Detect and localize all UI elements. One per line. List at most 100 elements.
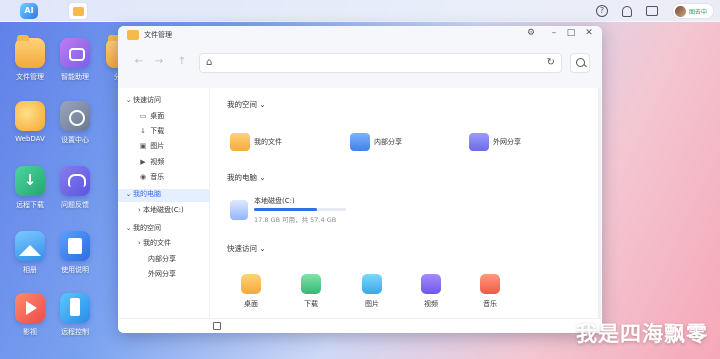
quick-desktop[interactable]: 桌面 — [229, 274, 273, 309]
sidebar: ⌄ 快速访问 ▭ 桌面 ↓ 下载 ▣ 图片 ▶ 视频 ◉ 音乐 ⌄ 我的电脑 › 本… — [118, 88, 210, 333]
user-status: 图去中 — [688, 8, 707, 16]
sidebar-item-label: 桌面 — [150, 112, 165, 120]
quick-label: 图片 — [365, 300, 379, 308]
desktop-icon-remote-control[interactable]: 远程控制 — [50, 293, 100, 337]
tile-wan-share[interactable]: 外网分享 — [469, 130, 549, 154]
taskbar-file-manager-app[interactable] — [68, 2, 88, 20]
minimize-icon[interactable]: – — [547, 28, 561, 38]
desktop-icon-feedback[interactable]: 问题反馈 — [50, 166, 100, 210]
video-icon: ▶ — [140, 158, 146, 166]
search-button[interactable] — [570, 53, 590, 73]
desktop-icon-remote-download[interactable]: 远程下载 — [5, 166, 55, 210]
app-logo-icon[interactable]: AI — [20, 3, 38, 19]
desktop-icon-label: 问题反馈 — [61, 201, 89, 209]
desktop-icon-label: 文件管理 — [16, 73, 44, 81]
sidebar-item-label: 音乐 — [150, 173, 165, 181]
desktop-icon-label: 使用说明 — [61, 266, 89, 274]
close-icon[interactable]: ✕ — [582, 28, 596, 38]
section-title-my-computer[interactable]: 我的电脑 ⌄ — [227, 172, 266, 183]
window-titlebar[interactable]: 文件管理 ⚙ – □ ✕ — [118, 26, 602, 44]
chevron-down-icon: ⌄ — [125, 96, 132, 104]
main-content: 我的空间 ⌄ 我的文件 内部分享 外网分享 我的电脑 ⌄ 本地磁盘(C:) 17… — [212, 88, 602, 318]
sidebar-item-label: 外网分享 — [148, 270, 176, 278]
up-button[interactable]: ↑ — [174, 54, 190, 70]
sidebar-item-label: 我的空间 — [133, 224, 161, 232]
taskbar-right: ? 图去中 — [595, 3, 714, 19]
desktop-icon-label: WebDAV — [15, 135, 45, 143]
image-icon — [362, 274, 382, 294]
sidebar-item-quick-access[interactable]: ⌄ 快速访问 — [124, 95, 216, 108]
desktop-icon-album[interactable]: 相册 — [5, 231, 55, 275]
download-icon — [301, 274, 321, 294]
monitor-icon: ▭ — [139, 112, 147, 120]
desktop-icon-settings[interactable]: 设置中心 — [50, 101, 100, 145]
sidebar-item-label: 快速访问 — [133, 96, 161, 104]
webdav-icon — [15, 101, 45, 131]
quick-music[interactable]: 音乐 — [468, 274, 512, 309]
taskbar: AI ? 图去中 — [0, 0, 720, 22]
maximize-icon[interactable]: □ — [564, 28, 578, 38]
folder-icon — [127, 30, 139, 40]
sidebar-item-label: 我的文件 — [143, 239, 172, 247]
section-title-quick-access[interactable]: 快速访问 ⌄ — [227, 243, 266, 254]
disk-info: 17.8 GB 可用，共 57.4 GB — [254, 216, 337, 224]
document-icon — [60, 231, 90, 261]
tile-label: 我的文件 — [254, 138, 282, 146]
back-button[interactable]: ← — [131, 54, 147, 70]
desktop-icon-manual[interactable]: 使用说明 — [50, 231, 100, 275]
refresh-icon[interactable]: ↻ — [547, 57, 555, 68]
file-manager-window: 文件管理 ⚙ – □ ✕ ← → ↑ ⌂ ↻ ⌄ 快速访问 ▭ 桌面 ↓ 下载 ▣… — [118, 26, 602, 333]
folder-icon — [241, 274, 261, 294]
users-icon — [350, 133, 370, 151]
sidebar-item-my-space[interactable]: ⌄ 我的空间 — [124, 223, 216, 236]
chevron-down-icon: ⌄ — [125, 224, 132, 232]
settings-icon[interactable]: ⚙ — [524, 28, 538, 38]
sidebar-item-label: 内部分享 — [148, 255, 176, 263]
scrollbar[interactable] — [598, 88, 601, 318]
sidebar-item-label: 图片 — [150, 142, 165, 150]
avatar — [674, 5, 686, 17]
tile-lan-share[interactable]: 内部分享 — [350, 130, 430, 154]
disk-name: 本地磁盘(C:) — [254, 197, 295, 205]
quick-videos[interactable]: 视频 — [409, 274, 453, 309]
tile-label: 外网分享 — [493, 138, 521, 146]
gear-icon — [60, 101, 90, 131]
quick-label: 音乐 — [483, 300, 497, 308]
view-toggle-icon[interactable] — [213, 322, 221, 330]
folder-icon — [15, 35, 45, 68]
desktop-icon-file-manager[interactable]: 文件管理 — [5, 35, 55, 82]
section-title-my-space[interactable]: 我的空间 ⌄ — [227, 99, 266, 110]
chevron-down-icon: ⌄ — [125, 190, 132, 198]
sidebar-item-label: 我的电脑 — [133, 190, 161, 198]
sidebar-item-label: 视频 — [150, 158, 165, 166]
quick-pictures[interactable]: 图片 — [350, 274, 394, 309]
quick-downloads[interactable]: 下载 — [289, 274, 333, 309]
disk-c[interactable]: 本地磁盘(C:) 17.8 GB 可用，共 57.4 GB — [230, 194, 350, 228]
desktop-icon-video[interactable]: 影视 — [5, 293, 55, 337]
disk-usage-fill — [254, 208, 318, 211]
home-icon[interactable]: ⌂ — [206, 57, 212, 68]
address-bar[interactable]: ⌂ ↻ — [199, 53, 562, 73]
desktop-icon-ai-assistant[interactable]: 智能助理 — [50, 38, 100, 82]
desktop-icon-webdav[interactable]: WebDAV — [5, 101, 55, 143]
status-bar — [118, 318, 602, 333]
help-icon[interactable]: ? — [595, 5, 608, 17]
folder-icon — [73, 7, 84, 16]
forward-button[interactable]: → — [151, 54, 167, 70]
watermark: 我是四海飘零 — [576, 322, 708, 346]
image-icon — [15, 231, 45, 261]
image-icon: ▣ — [139, 142, 147, 150]
tile-my-files[interactable]: 我的文件 — [230, 130, 310, 154]
user-menu[interactable]: 图去中 — [671, 3, 714, 19]
folder-icon — [230, 133, 250, 151]
video-icon — [421, 274, 441, 294]
desktop-icon-label: 远程控制 — [61, 328, 89, 336]
sidebar-item-label: 下载 — [150, 127, 165, 135]
message-icon[interactable] — [645, 6, 658, 16]
tile-label: 内部分享 — [374, 138, 402, 146]
desktop-icon-label: 设置中心 — [61, 136, 89, 144]
desktop-icon-label: 智能助理 — [61, 73, 89, 81]
sidebar-item-my-computer[interactable]: ⌄ 我的电脑 — [118, 189, 210, 202]
download-icon: ↓ — [140, 127, 146, 135]
bell-icon[interactable] — [621, 5, 632, 17]
